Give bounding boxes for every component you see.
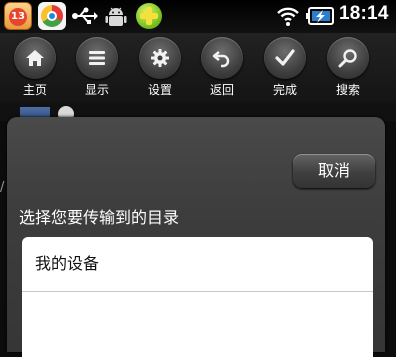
gear-icon <box>151 49 169 67</box>
list-view-icon <box>89 51 105 65</box>
folder-item-label: 我的设备 <box>35 254 100 273</box>
toolbar-search-label: 搜索 <box>335 83 360 97</box>
home-icon <box>26 50 44 66</box>
calendar-badge-icon: 13 <box>4 2 32 30</box>
toolbar-display-button[interactable]: 显示 <box>67 35 127 99</box>
toolbar-back-button[interactable]: 返回 <box>192 35 252 99</box>
toolbar-home-label: 主页 <box>22 83 47 97</box>
security-plus-icon <box>136 3 162 29</box>
status-clock: 18:14 <box>339 3 389 24</box>
toolbar-home-button[interactable]: 主页 <box>5 35 65 99</box>
folder-list: 我的设备 <box>22 237 373 357</box>
toolbar-done-label: 完成 <box>272 83 297 97</box>
toolbar-settings-button[interactable]: 设置 <box>130 35 190 99</box>
android-debug-icon <box>105 7 127 26</box>
chrome-icon <box>38 2 66 30</box>
transfer-destination-dialog: 取消 选择您要传输到的目录 我的设备 <box>7 117 385 357</box>
folder-item-my-device[interactable]: 我的设备 <box>22 237 373 292</box>
search-icon <box>338 49 357 68</box>
cancel-button[interactable]: 取消 <box>293 154 375 188</box>
status-bar: 13 18:14 <box>0 0 396 33</box>
toolbar-display-label: 显示 <box>84 83 109 97</box>
toolbar-search-button[interactable]: 搜索 <box>318 35 378 99</box>
toolbar-done-button[interactable]: 完成 <box>255 35 315 99</box>
background-path-fragment: / <box>0 180 5 195</box>
toolbar-back-label: 返回 <box>209 83 234 97</box>
top-toolbar: 主页 显示 设置 返回 完成 搜索 <box>0 33 396 103</box>
battery-charging-icon <box>306 7 334 25</box>
usb-icon <box>72 7 98 24</box>
calendar-badge-count: 13 <box>9 8 27 26</box>
toolbar-settings-label: 设置 <box>147 83 172 97</box>
wifi-icon <box>277 7 299 26</box>
dialog-prompt: 选择您要传输到的目录 <box>19 208 180 227</box>
checkmark-icon <box>275 49 295 66</box>
back-arrow-icon <box>212 51 230 68</box>
